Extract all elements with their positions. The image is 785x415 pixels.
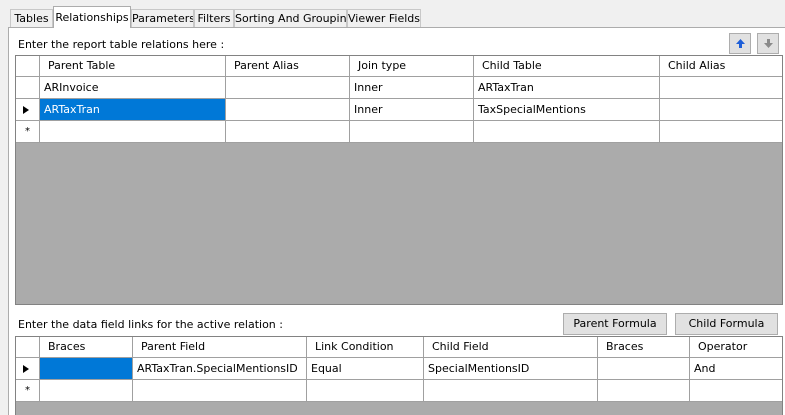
cell-braces-close[interactable] [598,380,690,402]
cell-link-condition[interactable] [307,380,424,402]
move-up-button[interactable] [729,33,751,54]
cell-parent-field[interactable]: ARTaxTran.SpecialMentionsID [133,358,307,380]
move-down-button[interactable] [757,33,779,54]
cell-child-table[interactable]: TaxSpecialMentions [474,99,660,121]
cell-operator[interactable]: And [690,358,782,380]
tab-viewer-fields[interactable]: Viewer Fields [347,9,421,27]
tab-sorting-and-grouping[interactable]: Sorting And Grouping [234,9,347,27]
cell-parent-alias[interactable] [226,77,350,99]
cell-child-alias[interactable] [660,77,782,99]
cell-link-condition[interactable]: Equal [307,358,424,380]
cell-child-table[interactable]: ARTaxTran [474,77,660,99]
column-header-operator[interactable]: Operator [690,337,782,358]
column-header-parent-field[interactable]: Parent Field [133,337,307,358]
row-header-corner [16,56,40,77]
column-header-parent-alias[interactable]: Parent Alias [226,56,350,77]
arrow-up-icon [736,39,745,48]
cell-parent-alias[interactable] [226,99,350,121]
row-header[interactable] [16,77,40,99]
cell-child-alias[interactable] [660,99,782,121]
row-header-current[interactable] [16,99,40,121]
tab-bar: Tables Relationships Parameters Filters … [0,0,785,28]
cell-braces-close[interactable] [598,358,690,380]
current-row-pointer-icon [23,106,29,114]
cell-parent-table[interactable]: ARTaxTran [40,99,226,121]
cell-operator[interactable] [690,380,782,402]
cell-parent-alias[interactable] [226,121,350,143]
parent-formula-button[interactable]: Parent Formula [563,313,667,335]
tab-relationships[interactable]: Relationships [53,6,131,28]
cell-child-table[interactable] [474,121,660,143]
column-header-join-type[interactable]: Join type [350,56,474,77]
tab-filters[interactable]: Filters [194,9,234,27]
cell-braces-open[interactable] [40,358,133,380]
cell-braces-open[interactable] [40,380,133,402]
row-header-current[interactable] [16,358,40,380]
current-row-pointer-icon [23,365,29,373]
links-label: Enter the data field links for the activ… [18,318,283,331]
arrow-down-icon [764,39,773,48]
column-header-braces-open[interactable]: Braces [40,337,133,358]
new-row-marker[interactable]: * [16,121,40,143]
cell-parent-field[interactable] [133,380,307,402]
cell-child-field[interactable] [424,380,598,402]
cell-join-type[interactable] [350,121,474,143]
cell-child-alias[interactable] [660,121,782,143]
cell-parent-table[interactable] [40,121,226,143]
new-row-marker[interactable]: * [16,380,40,402]
cell-join-type[interactable]: Inner [350,77,474,99]
links-grid[interactable]: Braces Parent Field Link Condition Child… [15,336,783,415]
tab-parameters[interactable]: Parameters [131,9,194,27]
column-header-parent-table[interactable]: Parent Table [40,56,226,77]
column-header-link-condition[interactable]: Link Condition [307,337,424,358]
cell-parent-table[interactable]: ARInvoice [40,77,226,99]
cell-child-field[interactable]: SpecialMentionsID [424,358,598,380]
column-header-child-table[interactable]: Child Table [474,56,660,77]
row-header-corner [16,337,40,358]
column-header-braces-close[interactable]: Braces [598,337,690,358]
child-formula-button[interactable]: Child Formula [675,313,778,335]
relations-label: Enter the report table relations here : [18,38,225,51]
column-header-child-field[interactable]: Child Field [424,337,598,358]
tab-tables[interactable]: Tables [10,9,53,27]
column-header-child-alias[interactable]: Child Alias [660,56,782,77]
relations-grid[interactable]: Parent Table Parent Alias Join type Chil… [15,55,783,305]
cell-join-type[interactable]: Inner [350,99,474,121]
